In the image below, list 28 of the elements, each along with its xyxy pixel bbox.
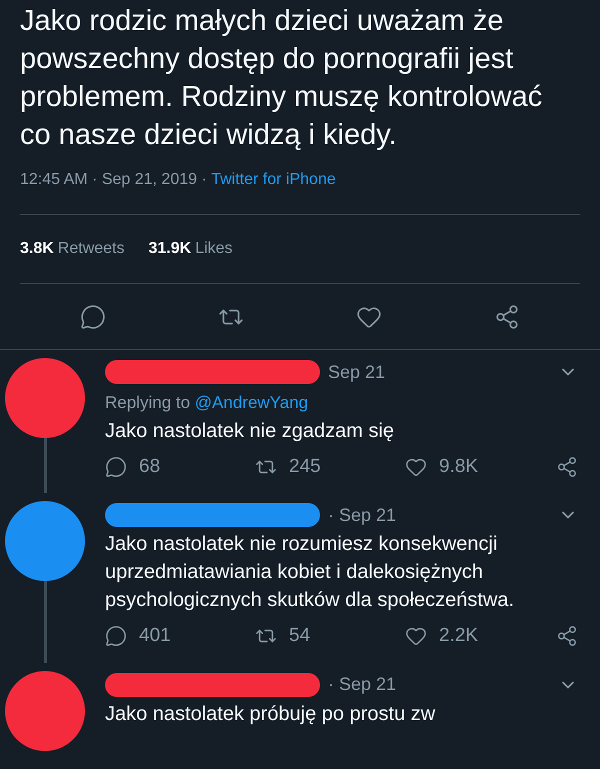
stat-label[interactable]: Retweets (58, 237, 124, 261)
reply-date: · Sep 21 (328, 504, 396, 527)
replying-label: Replying to (105, 392, 192, 414)
stat-count: 3.8K (20, 239, 54, 259)
stat-count: 31.9K (148, 239, 192, 259)
action-count: 2.2K (439, 624, 478, 648)
action-count: 68 (139, 454, 160, 478)
action-count: 9.8K (439, 454, 478, 478)
reply-date: Sep 21 (328, 360, 386, 384)
share-icon[interactable] (494, 304, 520, 330)
reply-icon[interactable] (105, 625, 127, 648)
source-link[interactable]: Twitter for iPhone (211, 168, 336, 192)
share-icon[interactable] (556, 456, 578, 478)
reply-text: Jako nastolatek nie zgadzam się (105, 418, 396, 444)
tweet-text: Jako rodzic małych dzieci uważam że powszechny dostęp do pornografii jest problemem. Rodziny muszę kontrolować co nasze dzieci widzą i kiedy. (20, 4, 544, 153)
action-count: 401 (139, 624, 171, 648)
tweet-time: 12:45 AM · Sep 21, 2019 · (20, 170, 208, 190)
action-count: 245 (289, 454, 321, 478)
reply-text: Jako nastolatek nie rozumiesz konsekwencji uprzedmiatawiania kobiet i dalekosiężnych psychologicznych skutków dla społeczeństwa. (105, 532, 516, 613)
reply-text: Jako nastolatek próbuję po prostu zw (105, 702, 436, 726)
share-icon[interactable] (556, 625, 578, 648)
reply-date: · Sep 21 (328, 673, 396, 696)
stat-label[interactable]: Likes (195, 237, 233, 261)
like-icon[interactable] (405, 625, 427, 648)
action-count: 54 (289, 624, 310, 648)
mention-link[interactable]: @AndrewYang (194, 390, 308, 416)
reply-icon[interactable] (80, 304, 106, 330)
reply-icon[interactable] (105, 456, 127, 478)
